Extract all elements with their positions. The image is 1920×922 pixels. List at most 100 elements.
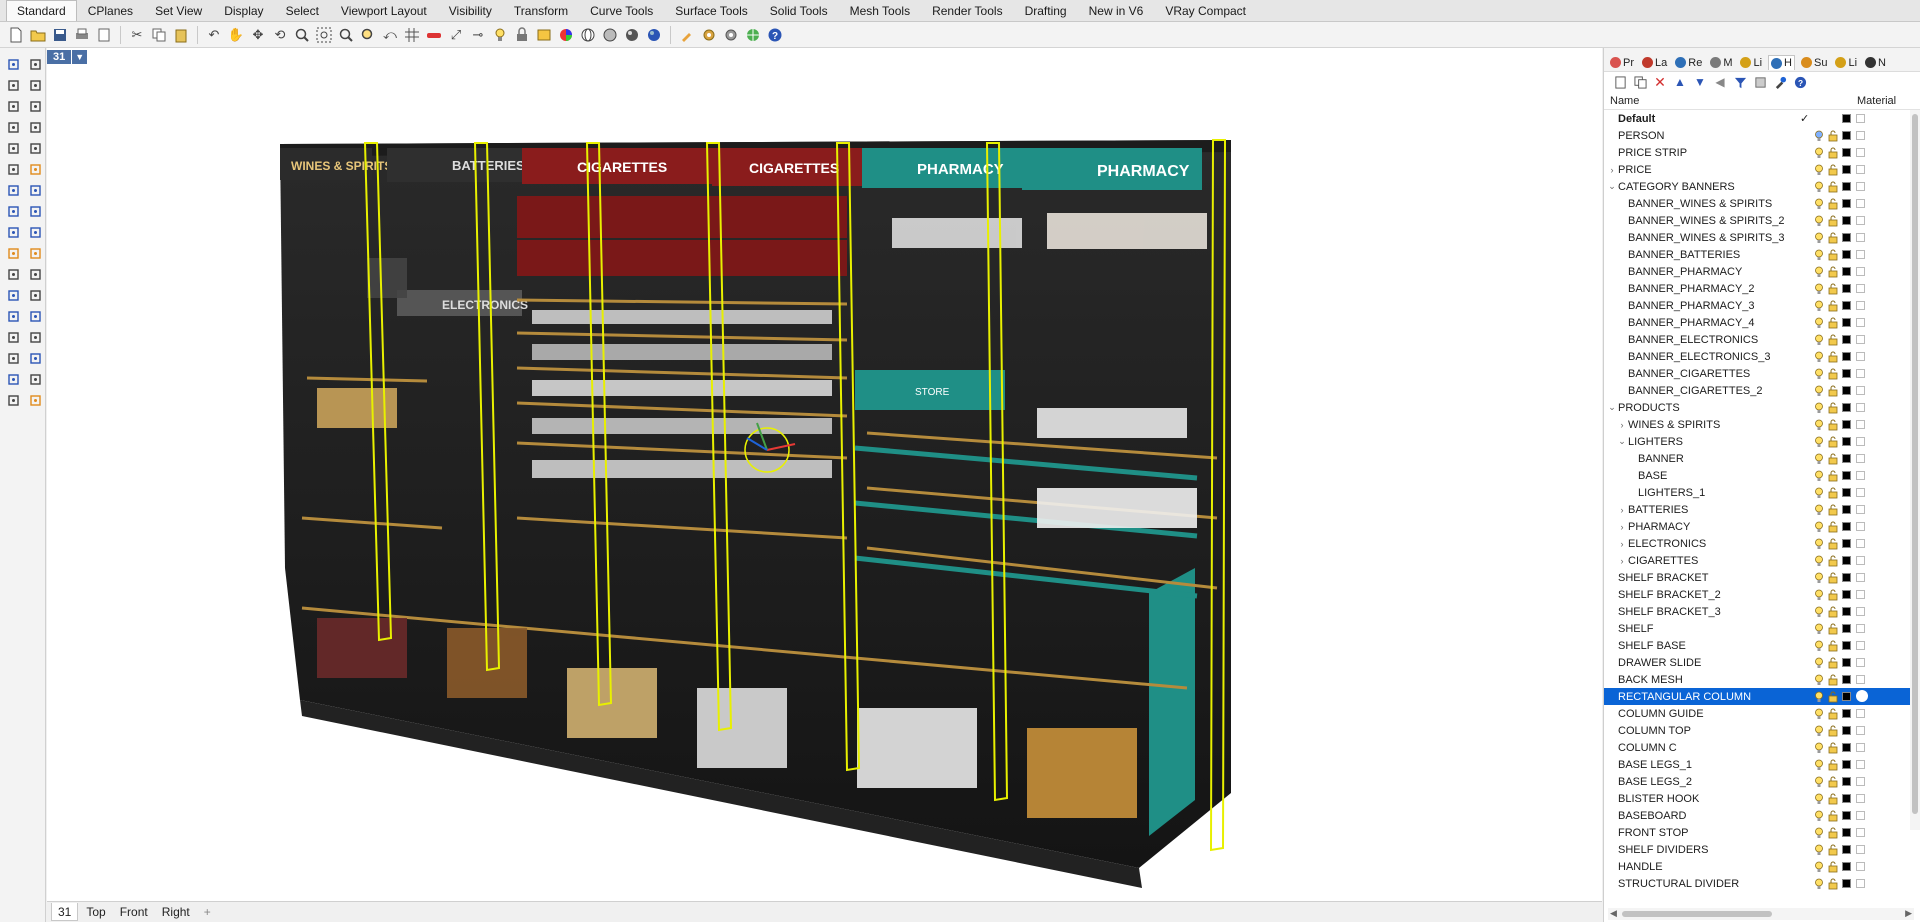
layer-color-swatch[interactable] (1842, 318, 1851, 327)
layer-material-swatch[interactable] (1856, 471, 1865, 480)
viewport-tab-31[interactable]: 31 (51, 903, 79, 921)
layer-color-swatch[interactable] (1842, 811, 1851, 820)
print-icon[interactable] (72, 25, 92, 45)
paste-icon[interactable] (171, 25, 191, 45)
copy-icon[interactable] (149, 25, 169, 45)
layer-material-swatch[interactable] (1856, 556, 1865, 565)
layer-color-swatch[interactable] (1842, 369, 1851, 378)
layer-color-swatch[interactable] (1842, 624, 1851, 633)
properties-icon[interactable] (534, 25, 554, 45)
current-layer-check-icon[interactable]: ✓ (1800, 112, 1809, 125)
align-icon[interactable] (25, 306, 45, 326)
explode-icon[interactable] (25, 243, 45, 263)
layer-material-swatch[interactable] (1856, 726, 1865, 735)
layer-name[interactable]: WINES & SPIRITS (1628, 419, 1720, 431)
layer-material-swatch[interactable] (1856, 352, 1865, 361)
layer-row[interactable]: COLUMN TOP (1604, 722, 1920, 739)
material-column-header[interactable]: Material (1857, 95, 1896, 107)
layer-visibility-bulb-icon[interactable] (1814, 725, 1824, 737)
zoom-window-icon[interactable] (314, 25, 334, 45)
layer-visibility-bulb-icon[interactable] (1814, 385, 1824, 397)
viewport-tab-right[interactable]: Right (156, 903, 196, 921)
move-left-icon[interactable]: ◀ (1712, 74, 1728, 90)
layer-lock-icon[interactable] (1828, 147, 1838, 159)
dimension-icon[interactable] (25, 327, 45, 347)
layer-color-swatch[interactable] (1842, 505, 1851, 514)
layer-name[interactable]: BASEBOARD (1618, 810, 1686, 822)
layer-name[interactable]: BANNER_WINES & SPIRITS_3 (1628, 232, 1785, 244)
layer-material-swatch[interactable] (1856, 301, 1865, 310)
import-icon[interactable] (94, 25, 114, 45)
zoom-icon[interactable] (292, 25, 312, 45)
layer-name[interactable]: BANNER_ELECTRONICS (1628, 334, 1758, 346)
layer-visibility-bulb-icon[interactable] (1814, 487, 1824, 499)
zoom-extents-icon[interactable] (336, 25, 356, 45)
layer-lock-icon[interactable] (1828, 436, 1838, 448)
layer-material-swatch[interactable] (1856, 335, 1865, 344)
layer-visibility-bulb-icon[interactable] (1814, 317, 1824, 329)
help-icon[interactable]: ? (765, 25, 785, 45)
box-icon[interactable] (3, 180, 23, 200)
layer-name[interactable]: LIGHTERS_1 (1638, 487, 1705, 499)
layer-name[interactable]: SHELF BRACKET_2 (1618, 589, 1721, 601)
layer-lock-icon[interactable] (1828, 402, 1838, 414)
boolean-union-icon[interactable] (25, 390, 45, 410)
extrude-icon[interactable] (25, 201, 45, 221)
lock-icon[interactable] (512, 25, 532, 45)
layer-visibility-bulb-icon[interactable] (1814, 232, 1824, 244)
layer-color-swatch[interactable] (1842, 760, 1851, 769)
layer-visibility-bulb-icon[interactable] (1814, 640, 1824, 652)
ribbon-tab-new-in-v6[interactable]: New in V6 (1078, 0, 1155, 21)
layer-visibility-bulb-icon[interactable] (1814, 827, 1824, 839)
expand-chevron-icon[interactable]: › (1618, 556, 1626, 566)
ribbon-tab-visibility[interactable]: Visibility (438, 0, 503, 21)
new-file-icon[interactable] (6, 25, 26, 45)
ribbon-tab-curve-tools[interactable]: Curve Tools (579, 0, 664, 21)
layer-color-swatch[interactable] (1842, 641, 1851, 650)
scrollbar-thumb[interactable] (1622, 911, 1772, 917)
expand-chevron-icon[interactable]: › (1618, 505, 1626, 515)
layer-material-swatch[interactable] (1856, 250, 1865, 259)
layer-name[interactable]: BANNER_WINES & SPIRITS (1628, 198, 1772, 210)
rotate-view-icon[interactable]: ⟲ (270, 25, 290, 45)
rectangle-icon[interactable] (25, 96, 45, 116)
layer-color-swatch[interactable] (1842, 148, 1851, 157)
layer-lock-icon[interactable] (1828, 351, 1838, 363)
loft-icon[interactable] (25, 222, 45, 242)
layer-lock-icon[interactable] (1828, 827, 1838, 839)
layer-lock-icon[interactable] (1828, 232, 1838, 244)
layer-material-swatch[interactable] (1856, 777, 1865, 786)
scale-icon[interactable] (25, 285, 45, 305)
layer-name[interactable]: BASE LEGS_1 (1618, 759, 1692, 771)
layer-lock-icon[interactable] (1828, 606, 1838, 618)
layer-visibility-bulb-icon[interactable] (1814, 861, 1824, 873)
new-layer-icon[interactable] (1612, 74, 1628, 90)
layer-row[interactable]: BASEBOARD (1604, 807, 1920, 824)
layer-name[interactable]: STRUCTURAL DIVIDER (1618, 878, 1739, 890)
layer-visibility-bulb-icon[interactable] (1814, 300, 1824, 312)
layer-row[interactable]: ⌄ PRODUCTS (1604, 399, 1920, 416)
analyze-icon[interactable] (3, 390, 23, 410)
select-arrow-icon[interactable] (3, 54, 23, 74)
save-icon[interactable] (50, 25, 70, 45)
zoom-selected-icon[interactable] (358, 25, 378, 45)
layer-lock-icon[interactable] (1828, 266, 1838, 278)
layer-color-swatch[interactable] (1842, 403, 1851, 412)
layer-lock-icon[interactable] (1828, 793, 1838, 805)
layer-color-swatch[interactable] (1842, 658, 1851, 667)
layer-row[interactable]: BACK MESH (1604, 671, 1920, 688)
layer-material-swatch[interactable] (1856, 131, 1865, 140)
layer-name[interactable]: PHARMACY (1628, 521, 1690, 533)
cylinder-icon[interactable] (3, 201, 23, 221)
layer-name[interactable]: CIGARETTES (1628, 555, 1698, 567)
layer-lock-icon[interactable] (1828, 334, 1838, 346)
layer-name[interactable]: BANNER_PHARMACY_4 (1628, 317, 1755, 329)
layer-name[interactable]: BATTERIES (1628, 504, 1688, 516)
layer-visibility-bulb-icon[interactable] (1814, 504, 1824, 516)
layers-horizontal-scrollbar[interactable]: ◀ ▶ (1608, 908, 1914, 920)
polyline-icon[interactable] (3, 75, 23, 95)
layer-visibility-bulb-icon[interactable] (1814, 538, 1824, 550)
layer-color-swatch[interactable] (1842, 284, 1851, 293)
layer-wrench-icon[interactable] (1772, 74, 1788, 90)
layer-row[interactable]: RECTANGULAR COLUMN (1604, 688, 1920, 705)
